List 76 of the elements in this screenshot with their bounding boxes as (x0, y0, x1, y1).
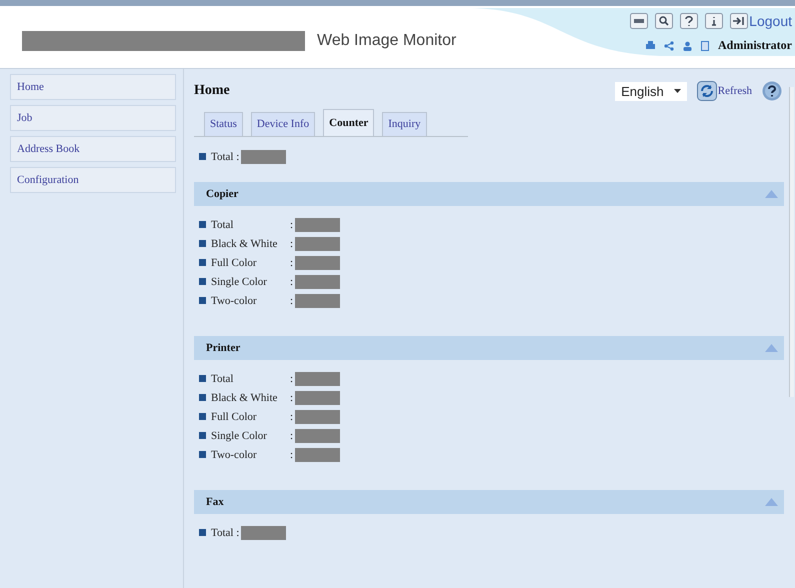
colon-separator: : (290, 410, 294, 422)
keyboard-icon[interactable] (630, 13, 648, 29)
redacted-value (241, 150, 286, 164)
bullet-icon (199, 432, 206, 439)
bullet-icon (199, 413, 206, 420)
sidebar-item[interactable]: Job (10, 105, 176, 131)
bullet-icon (199, 375, 206, 382)
counter-label: Black & White (211, 238, 278, 250)
user-name: Administrator (718, 38, 792, 53)
colon-separator: : (290, 256, 294, 268)
bullet-icon (199, 394, 206, 401)
counter-label: Black & White (211, 392, 278, 404)
document-icon[interactable] (701, 40, 709, 50)
bullet-icon (199, 259, 206, 266)
counter-label: Total : (211, 526, 240, 538)
refresh-icon (696, 81, 717, 101)
search-icon[interactable] (655, 13, 674, 29)
help-icon[interactable] (680, 13, 698, 29)
bullet-icon (199, 451, 206, 458)
section-header[interactable]: Fax (194, 490, 784, 514)
sidebar-item[interactable]: Address Book (10, 136, 176, 162)
counter-label: Two-color (211, 448, 258, 460)
redacted-value (295, 448, 340, 462)
counter-label: Single Color (211, 276, 268, 288)
colon-separator: : (290, 430, 294, 442)
tab[interactable]: Inquiry (382, 112, 427, 136)
tab[interactable]: Device Info (250, 112, 316, 136)
sidebar-item[interactable]: Configuration (10, 167, 176, 193)
counter-label: Total (211, 218, 234, 230)
counter-label: Single Color (211, 430, 268, 442)
colon-separator: : (290, 218, 294, 230)
redacted-value (295, 274, 340, 288)
caret-icon (674, 89, 681, 93)
redacted-value (295, 410, 340, 424)
colon-separator: : (290, 392, 294, 404)
redacted-value (295, 428, 340, 442)
redacted-value (295, 236, 340, 250)
section-header[interactable]: Printer (194, 336, 784, 360)
bullet-icon (199, 240, 206, 247)
counter-label: Full Color (211, 256, 258, 268)
logout-link[interactable]: Logout (730, 13, 792, 29)
help-icon[interactable] (762, 81, 782, 101)
counter-label: Full Color (211, 410, 258, 422)
colon-separator: : (290, 238, 294, 250)
redacted-value (295, 372, 340, 386)
redacted-value (295, 218, 340, 232)
redacted-value (295, 256, 340, 270)
app-title: Web Image Monitor (317, 32, 456, 50)
bullet-icon (199, 153, 206, 160)
redacted-value (241, 526, 286, 540)
sidebar-item[interactable]: Home (10, 74, 176, 100)
exit-icon (730, 13, 748, 29)
refresh-button[interactable]: Refresh (696, 81, 752, 101)
counter-label: Total (211, 372, 234, 384)
bullet-icon (199, 529, 206, 536)
scrollbar[interactable] (789, 87, 794, 397)
tab[interactable]: Status (204, 112, 243, 136)
colon-separator: : (290, 276, 294, 288)
colon-separator: : (290, 294, 294, 306)
bullet-icon (199, 221, 206, 228)
user-icon[interactable] (683, 40, 692, 50)
tab[interactable]: Counter (323, 109, 374, 136)
counter-label: Two-color (211, 294, 258, 306)
section-header[interactable]: Copier (194, 182, 784, 206)
redacted-value (295, 294, 340, 308)
language-select[interactable]: English (615, 82, 687, 100)
page-title: Home (194, 83, 230, 99)
bullet-icon (199, 278, 206, 285)
colon-separator: : (290, 372, 294, 384)
info-icon[interactable] (705, 13, 724, 29)
network-icon[interactable] (664, 40, 674, 50)
counter-label: Total : (211, 150, 240, 162)
bullet-icon (199, 297, 206, 304)
colon-separator: : (290, 448, 294, 460)
redacted-value (295, 390, 340, 404)
printer-icon[interactable] (646, 41, 655, 50)
